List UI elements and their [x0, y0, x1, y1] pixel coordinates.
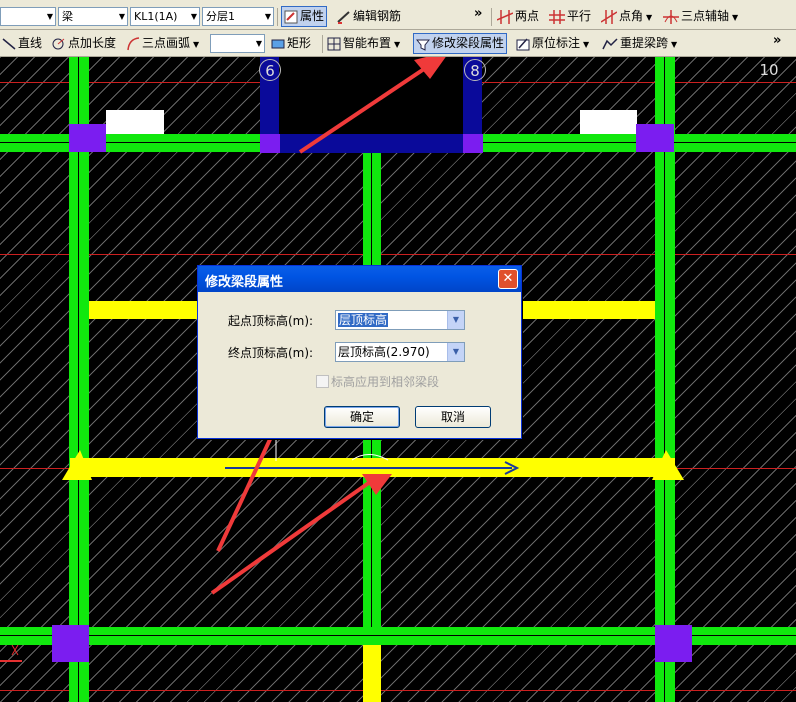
two-points-button[interactable]: 两点 [497, 6, 539, 27]
re-extract-span-icon [602, 37, 618, 49]
properties-button[interactable]: 属性 [281, 6, 328, 27]
annotation-arrowhead [414, 57, 446, 79]
rectangle-label: 矩形 [287, 36, 312, 50]
beam-tick [351, 454, 389, 461]
element-layer-combo[interactable]: ▼ [0, 7, 56, 26]
modify-beam-segment-dialog: 修改梁段属性 ✕ 起点顶标高(m): 层顶标高 ▼ 终点顶标高(m): 层顶标高… [197, 265, 522, 439]
arc-option-combo[interactable]: ▼ [210, 34, 265, 53]
smart-layout-icon [327, 37, 341, 50]
chevron-down-icon: ▼ [118, 12, 125, 21]
end-elevation-combo[interactable]: 层顶标高(2.970) ▼ [335, 342, 465, 362]
chevron-down-icon: ▼ [46, 12, 53, 21]
chevron-down-icon: ▼ [646, 13, 653, 22]
toolbar-primary: ▼ 梁 ▼ KL1(1A) ▼ 分层1 ▼ 属性 编辑钢筋 » 两点 平行 点角… [0, 4, 796, 30]
floor-value: 分层1 [206, 10, 235, 23]
point-angle-button[interactable]: 点角 ▼ [601, 6, 652, 27]
rectangle-icon [271, 39, 285, 48]
edit-rebar-button[interactable]: 编辑钢筋 [337, 6, 401, 27]
smart-layout-label: 智能布置 [343, 36, 392, 50]
dialog-titlebar[interactable]: 修改梁段属性 ✕ [198, 266, 521, 292]
two-points-label: 两点 [515, 9, 540, 23]
three-point-arc-label: 三点画弧 [142, 36, 191, 50]
start-elevation-label: 起点顶标高(m): [228, 314, 314, 328]
chevron-down-icon[interactable]: ▼ [447, 343, 464, 361]
close-button[interactable]: ✕ [498, 269, 518, 289]
three-point-axis-button[interactable]: 三点辅轴 ▼ [663, 6, 738, 27]
annotation-arrow [298, 63, 432, 154]
chevron-down-icon: ▼ [394, 40, 401, 49]
start-elevation-combo[interactable]: 层顶标高 ▼ [335, 310, 465, 330]
line-icon [2, 37, 16, 50]
element-type-value: 梁 [62, 10, 73, 23]
smart-layout-button[interactable]: 智能布置 ▼ [327, 33, 400, 54]
edit-rebar-icon [337, 10, 350, 24]
annotation-arrow [210, 480, 372, 595]
apply-adjacent-label: 标高应用到相邻梁段 [331, 375, 440, 389]
modify-beam-segment-button[interactable]: 修改梁段属性 [413, 33, 508, 54]
chevron-down-icon: ▼ [671, 40, 678, 49]
toolbar2-overflow-chevron[interactable]: » [773, 33, 781, 48]
element-type-combo[interactable]: 梁 ▼ [58, 7, 128, 26]
three-point-arc-button[interactable]: 三点画弧 ▼ [126, 33, 199, 54]
rectangle-button[interactable]: 矩形 [271, 33, 311, 54]
point-angle-axis-icon [601, 9, 617, 24]
two-points-axis-icon [497, 9, 513, 24]
line-button[interactable]: 直线 [2, 33, 42, 54]
toolbar-separator [322, 35, 323, 53]
floor-combo[interactable]: 分层1 ▼ [202, 7, 274, 26]
re-extract-span-label: 重提梁跨 [620, 36, 669, 50]
chevron-down-icon: ▼ [264, 12, 271, 21]
toolbar-separator [277, 8, 278, 26]
chevron-down-icon: ▼ [190, 12, 197, 21]
beam-support-triangle [652, 450, 684, 480]
chevron-down-icon: ▼ [583, 40, 590, 49]
chevron-down-icon: ▼ [732, 13, 739, 22]
point-length-button[interactable]: 点加长度 [50, 33, 116, 54]
point-length-icon [52, 38, 65, 49]
beam-support-triangle [62, 450, 92, 480]
in-situ-label-text: 原位标注 [532, 36, 581, 50]
dialog-title: 修改梁段属性 [205, 275, 284, 290]
parallel-label: 平行 [567, 9, 592, 23]
chevron-down-icon: ▼ [255, 39, 262, 48]
parallel-axis-icon [549, 9, 565, 24]
element-name-value: KL1(1A) [134, 10, 178, 23]
properties-icon [284, 10, 298, 23]
edit-rebar-label: 编辑钢筋 [353, 9, 402, 23]
in-situ-label-icon [516, 38, 530, 50]
properties-label: 属性 [300, 9, 325, 23]
in-situ-label-button[interactable]: 原位标注 ▼ [516, 33, 589, 54]
toolbar-drawing: 直线 点加长度 三点画弧 ▼ ▼ 矩形 智能布置 ▼ 修改梁段属性 原位标注 ▼ 重提… [0, 31, 796, 57]
parallel-button[interactable]: 平行 [549, 6, 591, 27]
ok-button[interactable]: 确定 [324, 406, 400, 428]
end-elevation-value: 层顶标高(2.970) [338, 345, 430, 359]
apply-adjacent-checkbox[interactable] [316, 375, 329, 388]
start-elevation-value: 层顶标高 [338, 313, 389, 327]
modify-segment-icon [416, 39, 430, 51]
arc-icon [127, 36, 140, 50]
point-angle-label: 点角 [619, 9, 644, 23]
origin-marker [11, 644, 19, 656]
chevron-down-icon[interactable]: ▼ [447, 311, 464, 329]
end-elevation-label: 终点顶标高(m): [228, 346, 314, 360]
element-name-combo[interactable]: KL1(1A) ▼ [130, 7, 200, 26]
toolbar1-overflow-chevron[interactable]: » [474, 6, 482, 21]
three-point-axis-icon [663, 9, 679, 24]
toolbar-separator [491, 8, 492, 26]
cancel-button[interactable]: 取消 [415, 406, 491, 428]
re-extract-span-button[interactable]: 重提梁跨 ▼ [602, 33, 677, 54]
line-label: 直线 [18, 36, 43, 50]
point-length-label: 点加长度 [68, 36, 117, 50]
three-point-axis-label: 三点辅轴 [681, 9, 730, 23]
modify-beam-segment-label: 修改梁段属性 [432, 36, 505, 50]
chevron-down-icon: ▼ [193, 40, 200, 49]
close-icon: ✕ [502, 271, 514, 286]
